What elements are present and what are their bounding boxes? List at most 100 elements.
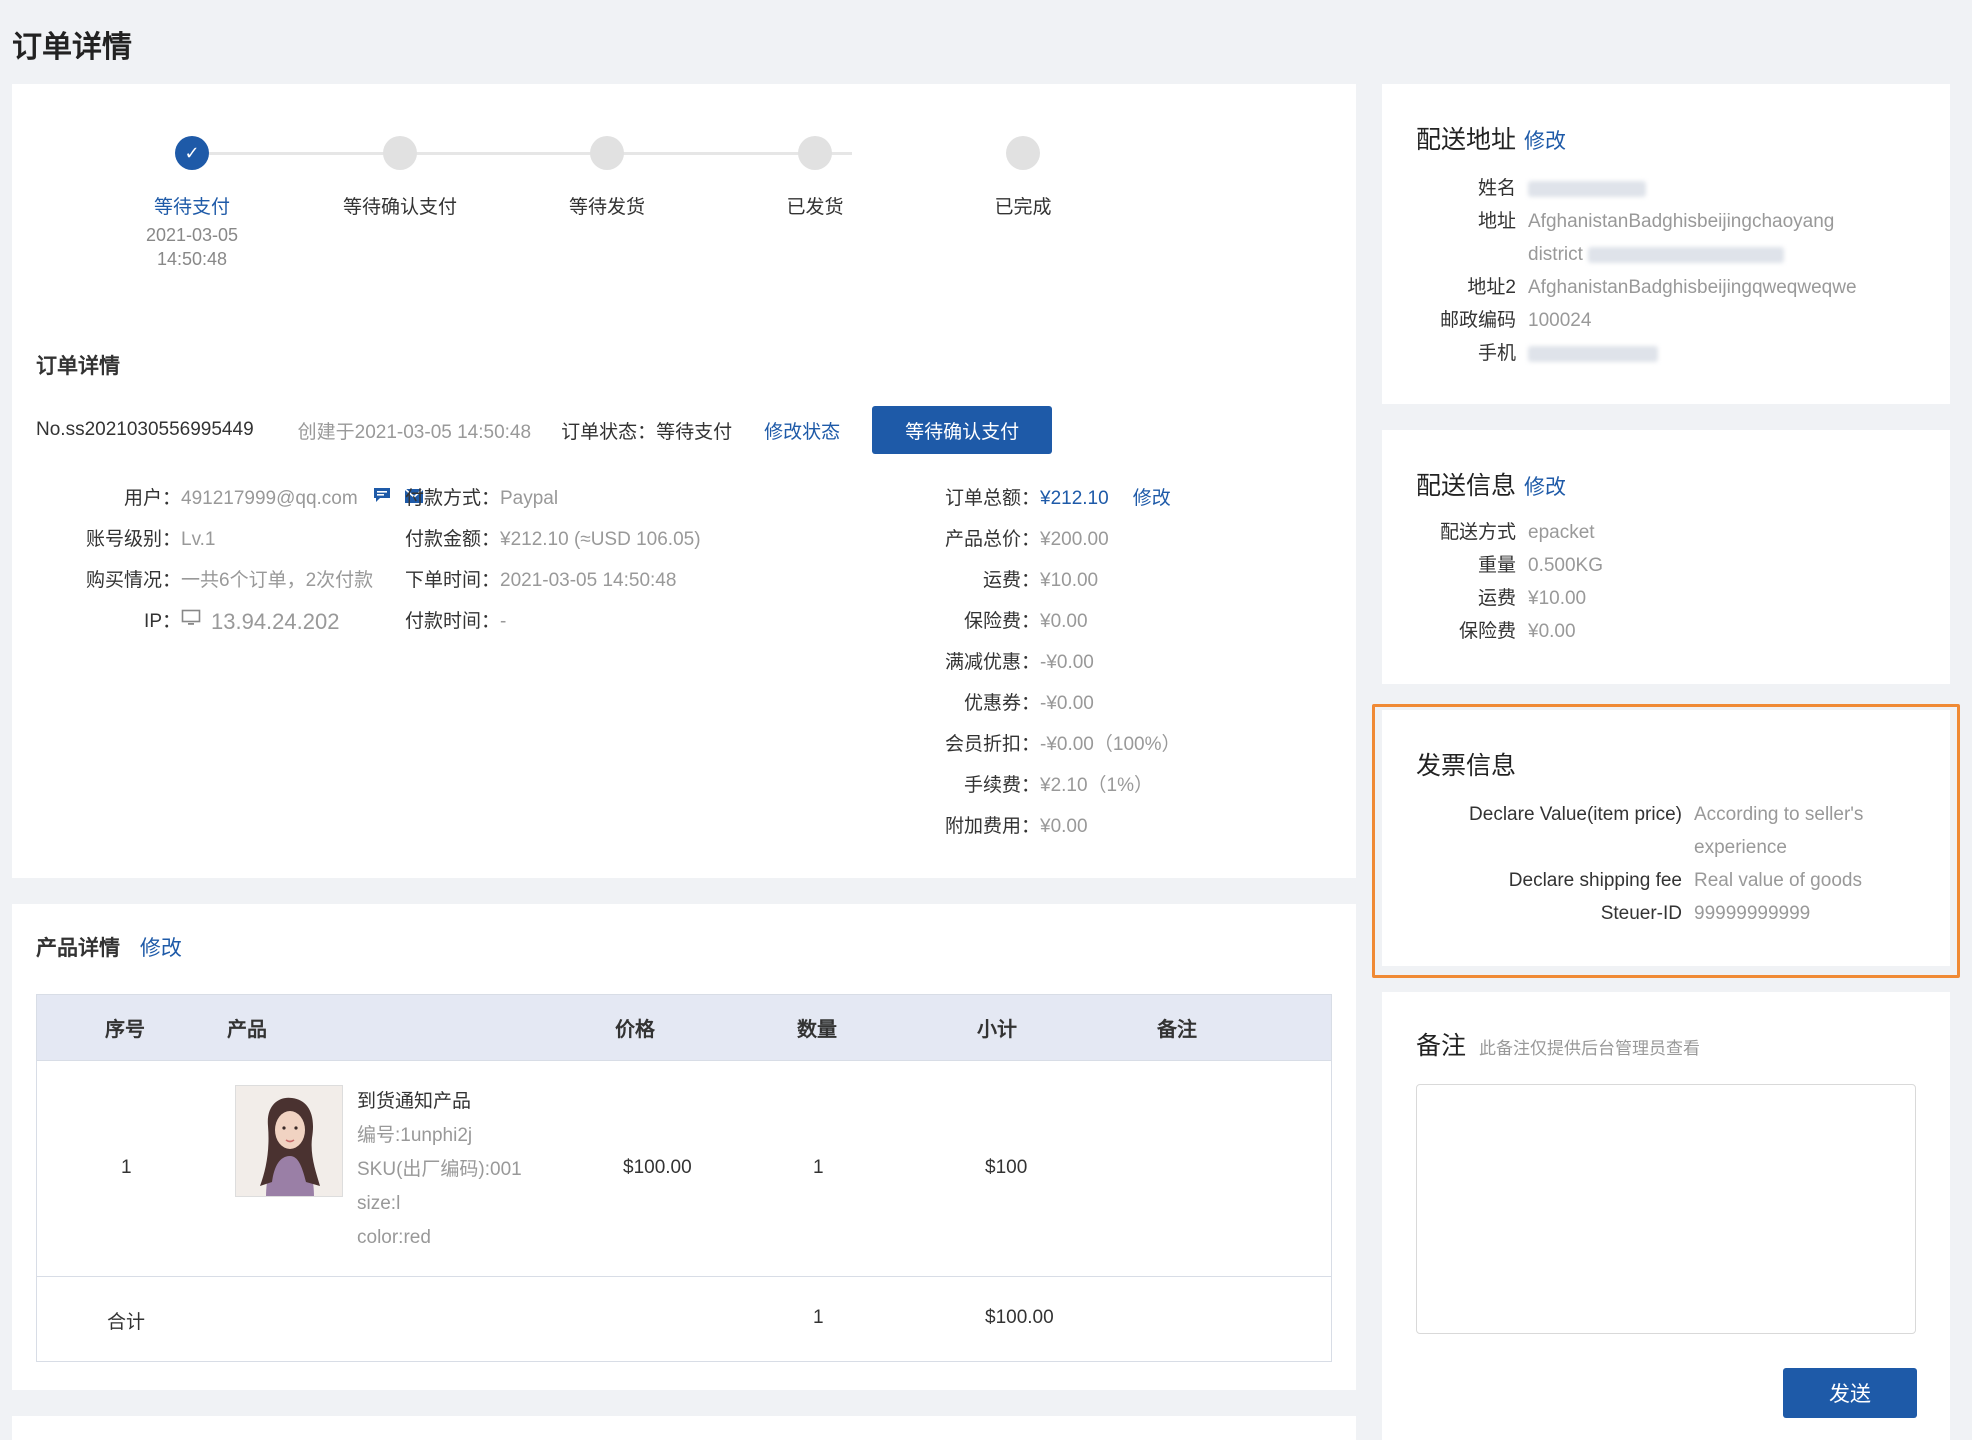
row-subtotal: $100 [985, 1157, 1028, 1178]
step-completed: 已完成 [943, 134, 1103, 219]
product-sku: SKU(出厂编码):001 [357, 1159, 522, 1180]
header-product: 产品 [227, 1019, 267, 1041]
step-label: 等待支付 [153, 197, 230, 218]
row-price: $100.00 [623, 1157, 692, 1178]
step-label: 已完成 [994, 197, 1052, 218]
order-summary-card: ✓ 等待支付 2021-03-05 14:50:48 等待确认支付 等待发货 已… [12, 84, 1356, 878]
send-button[interactable]: 发送 [1783, 1368, 1917, 1418]
level-value: Lv.1 [181, 529, 216, 550]
step-awaiting-shipment: 等待发货 [527, 134, 687, 219]
edit-products-link[interactable]: 修改 [140, 937, 182, 960]
product-details-title: 产品详情 修改 [36, 932, 182, 962]
order-status-label: 订单状态： [561, 421, 657, 443]
address2-value: AfghanistanBadghisbeijingqweqweqwe [1528, 277, 1857, 298]
total-row-label: 会员折扣： [944, 734, 1040, 755]
total-row-value: ¥0.00 [1040, 611, 1088, 632]
total-label: 订单总额： [944, 488, 1040, 509]
step-label: 已发货 [786, 197, 844, 218]
address-value: AfghanistanBadghisbeijingchaoyang [1528, 211, 1835, 232]
user-label: 用户： [123, 488, 181, 509]
order-time-value: 2021-03-05 14:50:48 [500, 570, 677, 591]
address-fields: 姓名 地址 AfghanistanBadghisbeijingchaoyang d… [1416, 172, 1857, 370]
order-created: 创建于2021-03-05 14:50:48 [297, 421, 532, 443]
remark-hint: 此备注仅提供后台管理员查看 [1478, 1039, 1700, 1058]
total-row-value: ¥200.00 [1040, 529, 1109, 550]
shipping-address-title: 配送地址 修改 [1416, 120, 1566, 156]
delivery-info-card: 配送信息 修改 配送方式 epacket 重量 0.500KG 运费 ¥10.00 保险… [1382, 430, 1950, 684]
level-label: 账号级别： [85, 529, 181, 550]
product-name[interactable]: 到货通知产品 [357, 1085, 522, 1119]
freight-label: 运费 [1477, 588, 1516, 609]
phone-value-redacted [1528, 345, 1658, 362]
delivery-info-title-text: 配送信息 [1416, 472, 1517, 500]
product-table: 序号 产品 价格 数量 小计 备注 1 到货通知产品 编号:1unphi2j S… [36, 994, 1332, 1362]
footer-label: 合计 [107, 1312, 146, 1333]
payment-amount-label: 付款金额： [404, 529, 500, 550]
edit-total-link[interactable]: 修改 [1133, 478, 1171, 519]
edit-address-link[interactable]: 修改 [1524, 130, 1566, 153]
total-row-label: 手续费： [963, 775, 1040, 796]
order-progress-steps: ✓ 等待支付 2021-03-05 14:50:48 等待确认支付 等待发货 已… [112, 134, 1052, 274]
delivery-info-title: 配送信息 修改 [1416, 466, 1566, 502]
step-shipped: 已发货 [735, 134, 895, 219]
order-time-label: 下单时间： [404, 570, 500, 591]
remark-title: 备注 此备注仅提供后台管理员查看 [1416, 1026, 1700, 1062]
total-row-value: -¥0.00 [1040, 652, 1094, 673]
ip-label: IP： [144, 611, 181, 632]
row-index: 1 [121, 1157, 132, 1178]
product-color: color:red [357, 1227, 431, 1248]
payment-method-label: 付款方式： [404, 488, 500, 509]
total-row-value: ¥2.10（1%） [1040, 775, 1154, 796]
pay-time-label: 付款时间： [404, 611, 500, 632]
product-size: size:l [357, 1193, 401, 1214]
total-row-value: ¥0.00 [1040, 816, 1088, 837]
step-label: 等待确认支付 [342, 197, 457, 218]
total-value: ¥212.10 [1040, 488, 1109, 509]
postcode-value: 100024 [1528, 310, 1592, 331]
payment-info: 付款方式： Paypal 付款金额： ¥212.10 (≈USD 106.05)… [294, 478, 701, 642]
page-title: 订单详情 [12, 31, 132, 64]
name-label: 姓名 [1477, 178, 1516, 199]
step-dot [590, 136, 624, 170]
total-row-value: -¥0.00 [1040, 693, 1094, 714]
product-image[interactable] [235, 1085, 343, 1197]
purchase-label: 购买情况： [85, 570, 181, 591]
insurance-value: ¥0.00 [1528, 621, 1576, 642]
remark-textarea[interactable] [1416, 1084, 1916, 1334]
order-details-title: 订单详情 [36, 355, 120, 378]
footer-subtotal: $100.00 [985, 1307, 1054, 1328]
header-note: 备注 [1157, 1019, 1197, 1041]
edit-delivery-link[interactable]: 修改 [1524, 476, 1566, 499]
total-row-value: -¥0.00（100%） [1040, 734, 1181, 755]
order-totals: 订单总额： ¥212.10 修改 产品总价： ¥200.00 运费： ¥10.00 … [887, 478, 1180, 847]
header-qty: 数量 [797, 1019, 837, 1041]
step-time: 14:50:48 [156, 249, 228, 269]
total-row-label: 附加费用： [944, 816, 1040, 837]
step-awaiting-confirm: 等待确认支付 [320, 134, 480, 219]
table-footer: 合计 1 $100.00 [37, 1277, 1331, 1361]
table-header: 序号 产品 价格 数量 小计 备注 [37, 995, 1331, 1061]
name-value-redacted [1528, 180, 1646, 197]
payment-method-value: Paypal [500, 488, 559, 509]
header-subtotal: 小计 [977, 1019, 1017, 1041]
monitor-icon [181, 601, 201, 642]
step-dot [1006, 136, 1040, 170]
product-info: 到货通知产品 编号:1unphi2j SKU(出厂编码):001 size:l … [357, 1085, 522, 1255]
total-row-label: 运费： [982, 570, 1040, 591]
total-row-label: 产品总价： [944, 529, 1040, 550]
modify-status-link[interactable]: 修改状态 [764, 417, 840, 444]
address-redacted [1588, 246, 1785, 263]
header-price: 价格 [615, 1019, 655, 1041]
confirm-payment-button[interactable]: 等待确认支付 [872, 406, 1053, 454]
postcode-label: 邮政编码 [1439, 310, 1516, 331]
product-details-title-text: 产品详情 [36, 937, 120, 960]
header-index: 序号 [105, 1019, 145, 1041]
weight-label: 重量 [1477, 555, 1516, 576]
remark-title-text: 备注 [1416, 1032, 1467, 1060]
next-section-card [12, 1416, 1356, 1440]
remark-card: 备注 此备注仅提供后台管理员查看 发送 [1382, 992, 1950, 1440]
order-status-value: 等待支付 [656, 421, 733, 443]
freight-value: ¥10.00 [1528, 588, 1587, 609]
address-value-2: district [1528, 244, 1583, 265]
total-row-label: 优惠券： [963, 693, 1040, 714]
